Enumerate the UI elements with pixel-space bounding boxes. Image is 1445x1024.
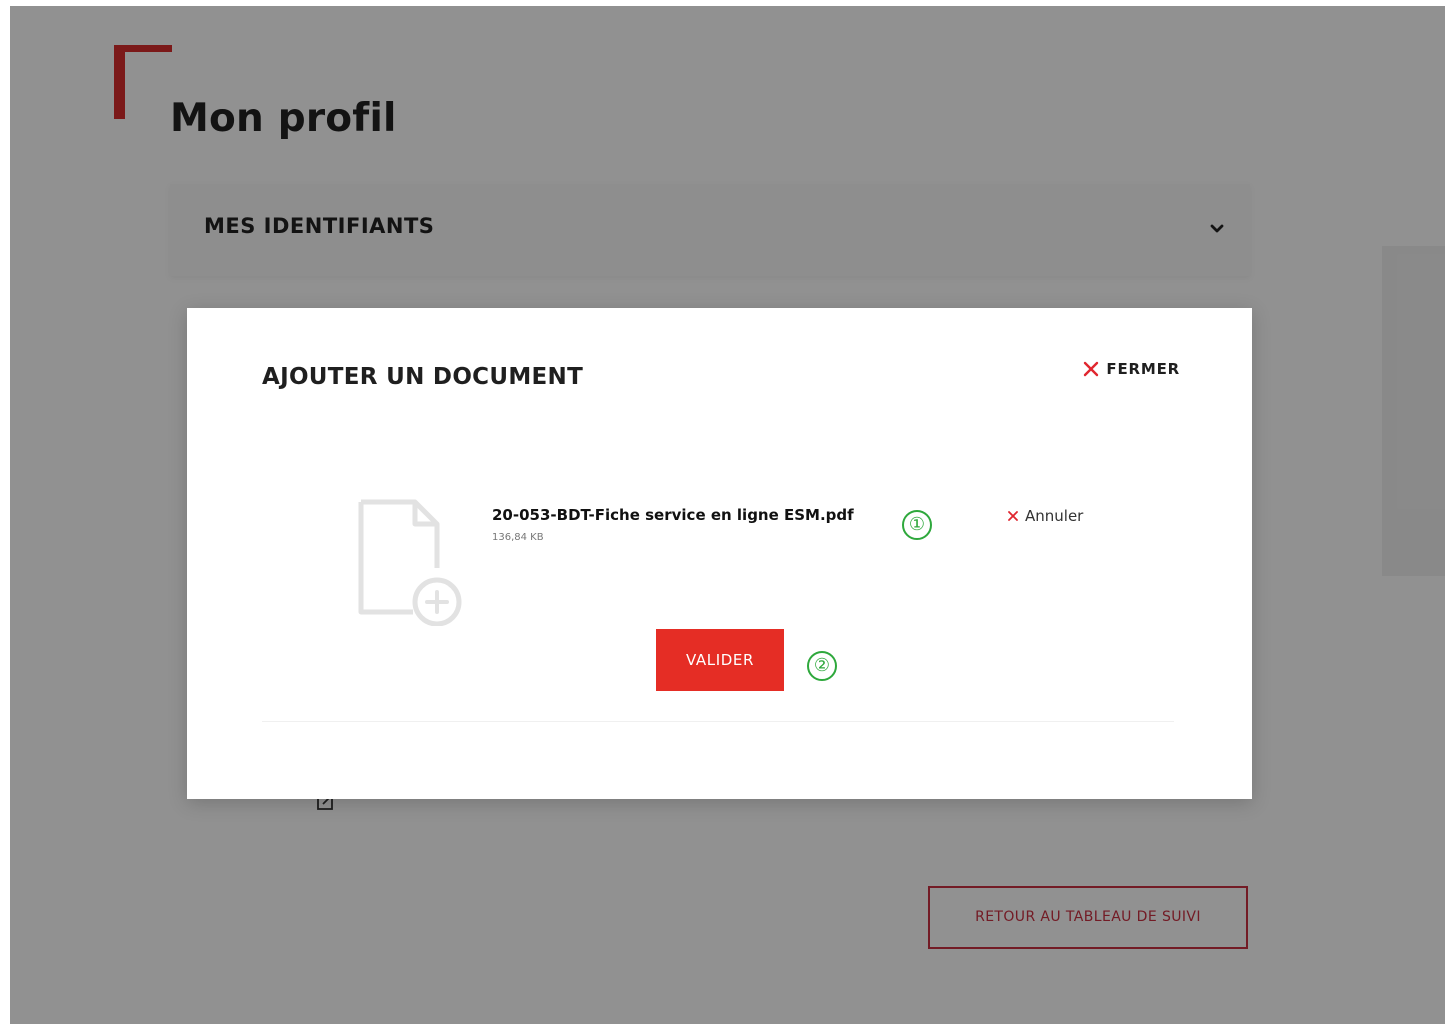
close-button[interactable]: FERMER — [1082, 360, 1180, 378]
step-1-callout: ① — [902, 510, 932, 540]
modal-divider — [262, 721, 1174, 722]
add-document-modal: AJOUTER UN DOCUMENT FERMER 20-053-BDT-Fi… — [187, 308, 1252, 799]
cancel-icon — [1008, 511, 1018, 521]
page-frame: Mon profil MES IDENTIFIANTS RETOUR AU TA… — [10, 6, 1445, 1024]
document-add-icon[interactable] — [355, 496, 465, 626]
cancel-upload-button[interactable]: Annuler — [1007, 507, 1083, 525]
file-size: 136,84 KB — [492, 532, 544, 543]
cancel-label: Annuler — [1025, 507, 1084, 525]
step-2-callout: ② — [807, 651, 837, 681]
validate-button[interactable]: VALIDER — [656, 629, 784, 691]
file-name: 20-053-BDT-Fiche service en ligne ESM.pd… — [492, 506, 854, 524]
modal-title: AJOUTER UN DOCUMENT — [262, 364, 584, 390]
close-label: FERMER — [1106, 360, 1180, 378]
close-icon — [1084, 361, 1099, 377]
